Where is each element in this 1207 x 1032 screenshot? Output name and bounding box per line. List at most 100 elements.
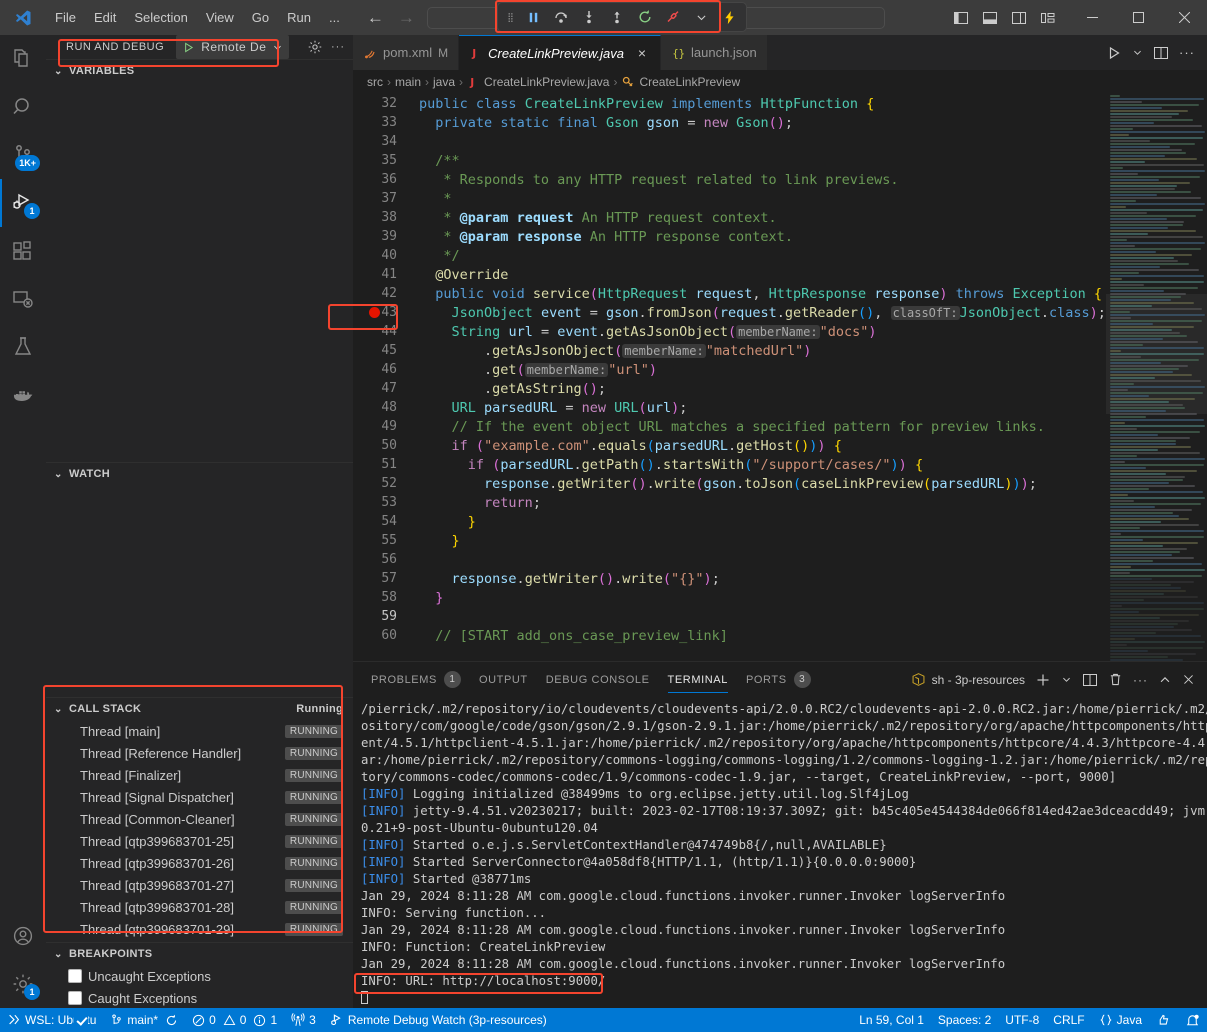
debug-config-select[interactable]: Remote De (176, 35, 289, 59)
breakpoint-row[interactable]: Caught Exceptions (46, 987, 353, 1009)
code-line[interactable]: 58 } (353, 588, 1106, 607)
variables-pane-header[interactable]: ⌄ VARIABLES (46, 60, 353, 82)
minimap[interactable] (1106, 94, 1207, 661)
sidebar-item-source-control[interactable]: 1K+ (0, 131, 46, 179)
status-language-mode[interactable]: Java (1092, 1013, 1149, 1027)
code-line[interactable]: 41 @Override (353, 265, 1106, 284)
toggle-primary-sidebar-icon[interactable] (948, 5, 974, 31)
code-line[interactable]: 34 (353, 132, 1106, 151)
chevron-up-icon[interactable] (1158, 673, 1172, 687)
step-out-button[interactable] (604, 5, 630, 29)
code-line[interactable]: 38 * @param request An HTTP request cont… (353, 208, 1106, 227)
session-dropdown-button[interactable] (688, 5, 714, 29)
code-line[interactable]: 46 .get(memberName:"url") (353, 360, 1106, 379)
sidebar-item-search[interactable] (0, 83, 46, 131)
code-line[interactable]: 47 .getAsString(); (353, 379, 1106, 398)
breakpoint-row[interactable]: Uncaught Exceptions (46, 965, 353, 987)
editor-tab[interactable]: JCreateLinkPreview.java× (459, 35, 661, 70)
breadcrumb-item[interactable]: src (367, 75, 383, 89)
code-line[interactable]: 39 * @param response An HTTP response co… (353, 227, 1106, 246)
code-line[interactable]: 55 } (353, 531, 1106, 550)
panel-tab[interactable]: TERMINAL (668, 662, 728, 697)
call-stack-thread-row[interactable]: Thread [qtp399683701-26]RUNNING (46, 852, 353, 874)
manage-settings-button[interactable]: 1 (0, 960, 46, 1008)
panel-tab[interactable]: PORTS3 (746, 662, 811, 697)
breadcrumb-item[interactable]: CreateLinkPreview (639, 75, 740, 89)
menu-edit[interactable]: Edit (85, 0, 125, 35)
call-stack-thread-row[interactable]: Thread [qtp399683701-25]RUNNING (46, 830, 353, 852)
chevron-down-icon[interactable] (1061, 674, 1072, 685)
gear-icon[interactable] (307, 39, 323, 55)
sidebar-item-run-and-debug[interactable]: 1 (0, 179, 46, 227)
arrow-right-icon[interactable]: → (398, 9, 415, 26)
status-indentation[interactable]: Spaces: 2 (931, 1013, 998, 1027)
code-line[interactable]: 33 private static final Gson gson = new … (353, 113, 1106, 132)
code-line[interactable]: 59 (353, 607, 1106, 626)
split-editor-icon[interactable] (1153, 45, 1169, 61)
disconnect-button[interactable] (660, 5, 686, 29)
sidebar-item-testing[interactable] (0, 323, 46, 371)
status-cursor-position[interactable]: Ln 59, Col 1 (852, 1013, 931, 1027)
sidebar-item-explorer[interactable] (0, 35, 46, 83)
status-eol[interactable]: CRLF (1046, 1013, 1091, 1027)
pause-button[interactable] (520, 5, 546, 29)
code-line[interactable]: 36 * Responds to any HTTP request relate… (353, 170, 1106, 189)
code-line[interactable]: 56 (353, 550, 1106, 569)
drag-handle-icon[interactable]: ⣿ (502, 14, 518, 21)
ellipsis-icon[interactable]: ··· (1133, 673, 1148, 687)
menu-more[interactable]: ... (320, 0, 349, 35)
toggle-secondary-sidebar-icon[interactable] (1006, 5, 1032, 31)
breadcrumb-item[interactable]: main (395, 75, 421, 89)
code-line[interactable]: 35 /** (353, 151, 1106, 170)
restart-button[interactable] (632, 5, 658, 29)
code-line[interactable]: 48 URL parsedURL = new URL(url); (353, 398, 1106, 417)
status-branch-indicator[interactable]: main* (103, 1008, 185, 1032)
status-notifications[interactable] (1178, 1013, 1207, 1028)
code-line[interactable]: 49 // If the event object URL matches a … (353, 417, 1106, 436)
sidebar-item-extensions[interactable] (0, 227, 46, 275)
menu-bar[interactable]: File Edit Selection View Go Run ... (46, 0, 349, 35)
toggle-panel-icon[interactable] (977, 5, 1003, 31)
status-feedback[interactable] (1149, 1013, 1178, 1028)
debug-toolbar[interactable]: ⣿ (497, 2, 747, 32)
watch-pane-header[interactable]: ⌄ WATCH (46, 463, 353, 485)
panel-tab[interactable]: OUTPUT (479, 662, 528, 697)
breakpoint-checkbox[interactable] (68, 991, 82, 1005)
code-line[interactable]: 60 // [START add_ons_case_preview_link] (353, 626, 1106, 645)
sidebar-item-docker[interactable] (0, 371, 46, 419)
code-line[interactable]: 57 response.getWriter().write("{}"); (353, 569, 1106, 588)
window-close-button[interactable] (1161, 0, 1207, 35)
status-debug-session[interactable]: Remote Debug Watch (3p-resources) (323, 1008, 554, 1032)
window-minimize-button[interactable] (1069, 0, 1115, 35)
status-encoding[interactable]: UTF-8 (998, 1013, 1046, 1027)
editor-tab[interactable]: {}launch.json (661, 35, 768, 70)
editor-tab[interactable]: pom.xmlM (353, 35, 459, 70)
step-over-button[interactable] (548, 5, 574, 29)
menu-run[interactable]: Run (278, 0, 320, 35)
code-editor[interactable]: 32public class CreateLinkPreview impleme… (353, 94, 1207, 661)
call-stack-thread-row[interactable]: Thread [Common-Cleaner]RUNNING (46, 808, 353, 830)
code-line[interactable]: 45 .getAsJsonObject(memberName:"matchedU… (353, 341, 1106, 360)
breadcrumb-item[interactable]: CreateLinkPreview.java (484, 75, 609, 89)
play-icon[interactable] (1106, 45, 1122, 61)
code-line[interactable]: 37 * (353, 189, 1106, 208)
trash-icon[interactable] (1108, 672, 1123, 687)
close-icon[interactable] (1182, 673, 1195, 686)
terminal-output[interactable]: /pierrick/.m2/repository/io/cloudevents/… (353, 697, 1207, 1008)
code-line[interactable]: 50 if ("example.com".equals(parsedURL.ge… (353, 436, 1106, 455)
code-line[interactable]: 51 if (parsedURL.getPath().startsWith("/… (353, 455, 1106, 474)
code-line[interactable]: 54 } (353, 512, 1106, 531)
code-line[interactable]: 42 public void service(HttpRequest reque… (353, 284, 1106, 303)
editor-tab-close-icon[interactable]: × (634, 45, 650, 61)
hot-reload-button[interactable] (716, 5, 742, 29)
call-stack-thread-row[interactable]: Thread [qtp399683701-28]RUNNING (46, 896, 353, 918)
ellipsis-icon[interactable]: ··· (1179, 45, 1195, 60)
code-line[interactable]: 32public class CreateLinkPreview impleme… (353, 94, 1106, 113)
customize-layout-icon[interactable] (1035, 5, 1061, 31)
breadcrumb-item[interactable]: java (433, 75, 455, 89)
sidebar-item-remote-explorer[interactable] (0, 275, 46, 323)
menu-view[interactable]: View (197, 0, 243, 35)
call-stack-thread-row[interactable]: Thread [main]RUNNING (46, 720, 353, 742)
window-maximize-button[interactable] (1115, 0, 1161, 35)
menu-go[interactable]: Go (243, 0, 278, 35)
